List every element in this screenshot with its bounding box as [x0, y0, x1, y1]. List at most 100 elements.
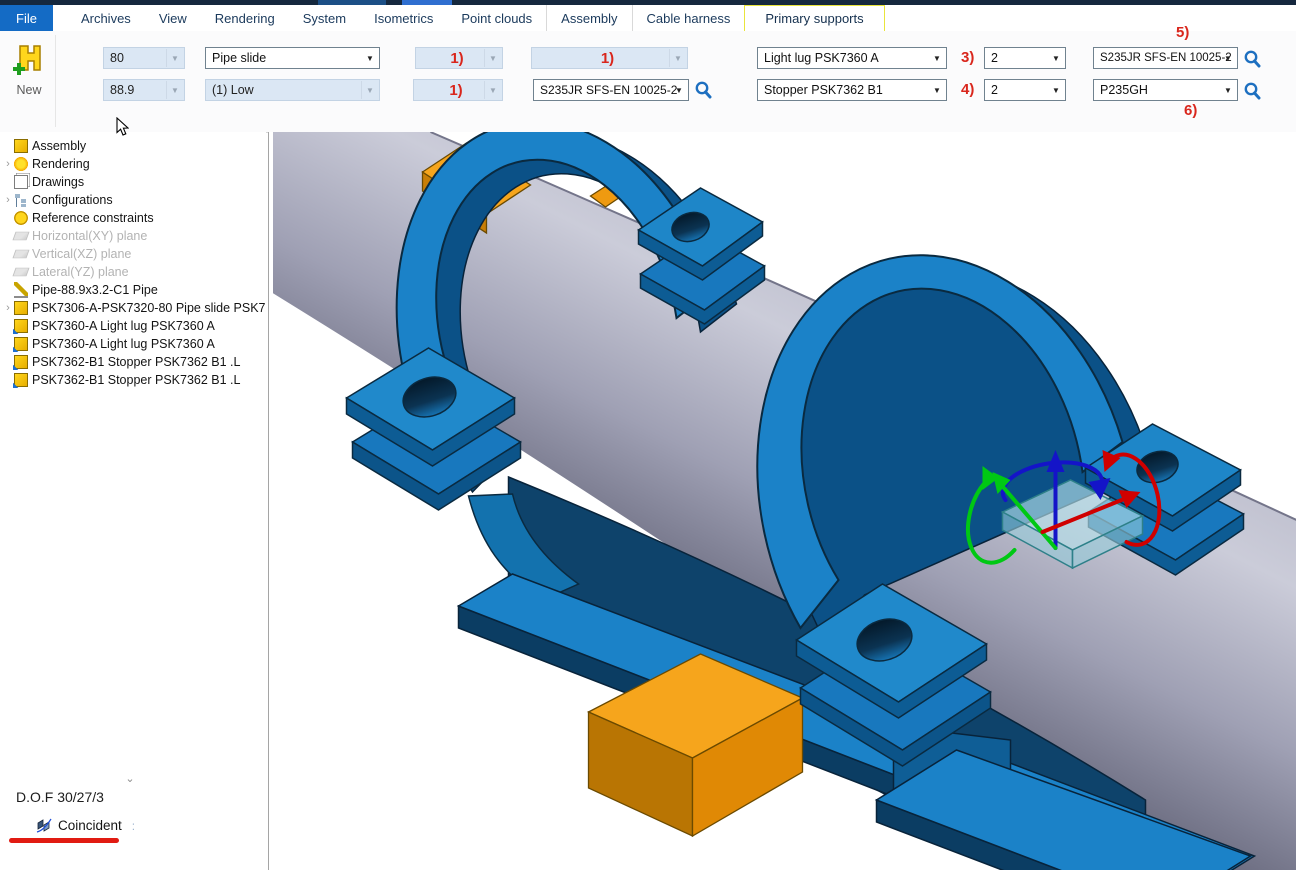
tree-item[interactable]: PSK7360-A Light lug PSK7360 A — [0, 335, 266, 353]
menu-tab-archives[interactable]: Archives — [67, 5, 145, 31]
slide-material-value: S235JR SFS-EN 10025-2 — [540, 83, 677, 97]
3d-viewport[interactable] — [273, 132, 1296, 870]
annotation-1: 1) — [538, 50, 687, 67]
config-icon — [14, 193, 28, 207]
tree-item[interactable]: Lateral(YZ) plane — [0, 263, 266, 281]
stopper-type-combo[interactable]: Stopper PSK7362 B1 ▼ — [757, 79, 947, 101]
outer-diameter-value: 88.9 — [110, 83, 134, 97]
annotation-3: 3) — [961, 49, 974, 66]
lug-count-combo[interactable]: 2 ▼ — [984, 47, 1066, 69]
search-icon[interactable] — [694, 80, 712, 100]
lug-material-value: S235JR SFS-EN 10025-2 — [1100, 52, 1232, 64]
stopper-count-value: 2 — [991, 83, 998, 97]
tree-item-label: PSK7362-B1 Stopper PSK7362 B1 .L — [32, 373, 240, 387]
expand-chevron-icon[interactable]: › — [2, 302, 14, 314]
chevron-down-icon: ▼ — [1048, 81, 1064, 99]
tree-item[interactable]: Drawings — [0, 173, 266, 191]
lug-type-value: Light lug PSK7360 A — [764, 51, 879, 65]
chevron-down-icon: ▼ — [362, 49, 378, 67]
menu-tab-file[interactable]: File — [0, 5, 53, 31]
tree-item-label: Lateral(YZ) plane — [32, 265, 129, 279]
tree-item[interactable]: PSK7362-B1 Stopper PSK7362 B1 .L — [0, 371, 266, 389]
assembly-icon — [14, 139, 28, 153]
tree-item[interactable]: › PSK7306-A-PSK7320-80 Pipe slide PSK732… — [0, 299, 266, 317]
tree-item[interactable]: Pipe-88.9x3.2-C1 Pipe — [0, 281, 266, 299]
expand-chevron-icon[interactable]: › — [2, 158, 14, 170]
collapse-chevron-icon[interactable]: ⌄ — [120, 772, 140, 785]
tree-item[interactable]: Assembly — [0, 137, 266, 155]
chevron-down-icon: ▼ — [929, 49, 945, 67]
tree-item[interactable]: Reference constraints — [0, 209, 266, 227]
search-icon[interactable] — [1243, 49, 1261, 69]
slide-material-combo[interactable]: S235JR SFS-EN 10025-2 ▼ — [533, 79, 689, 101]
menu-tab-view[interactable]: View — [145, 5, 201, 31]
tree-item-label: Reference constraints — [32, 211, 154, 225]
assembly-icon — [14, 301, 28, 315]
menu-tab-primary-supports[interactable]: Primary supports — [744, 5, 884, 33]
lug-type-combo[interactable]: Light lug PSK7360 A ▼ — [757, 47, 947, 69]
menu-bar: File ArchivesViewRenderingSystemIsometric… — [0, 5, 1296, 33]
chevron-down-icon: ▼ — [671, 81, 687, 99]
lug-material-combo[interactable]: S235JR SFS-EN 10025-2 ▼ — [1093, 47, 1238, 69]
tree-item[interactable]: › Configurations — [0, 191, 266, 209]
ribbon: New 80 ▼ 88.9 ▼ Pipe slide ▼ (1) Low ▼ 1… — [0, 31, 1296, 133]
tree-item[interactable]: PSK7360-A Light lug PSK7360 A — [0, 317, 266, 335]
sun-icon — [14, 157, 28, 171]
chevron-down-icon: ▼ — [484, 81, 501, 99]
pipe-icon — [14, 282, 28, 298]
tree-item-label: Configurations — [32, 193, 113, 207]
sheets-icon — [14, 175, 28, 189]
chevron-down-icon: ▼ — [166, 49, 183, 67]
chevron-down-icon: ▼ — [1220, 49, 1236, 67]
tree-item-label: PSK7360-A Light lug PSK7360 A — [32, 319, 215, 333]
annotated-combo-1[interactable]: 1) ▼ — [415, 47, 503, 69]
stopper-count-combo[interactable]: 2 ▼ — [984, 79, 1066, 101]
chevron-down-icon: ▼ — [929, 81, 945, 99]
tree-item[interactable]: Horizontal(XY) plane — [0, 227, 266, 245]
tree-item-label: PSK7306-A-PSK7320-80 Pipe slide PSK7320 — [32, 301, 266, 315]
menu-tab-assembly[interactable]: Assembly — [546, 5, 631, 31]
constraint-suffix: : — [132, 819, 135, 833]
tree-item-label: Vertical(XZ) plane — [32, 247, 131, 261]
plane-icon — [12, 232, 29, 240]
quality-combo[interactable]: (1) Low ▼ — [205, 79, 380, 101]
plane-icon — [12, 268, 29, 276]
3d-scene — [273, 132, 1296, 870]
assembly-tree-panel: Assembly › Rendering Drawings › Configur… — [0, 132, 266, 875]
tree-item[interactable]: Vertical(XZ) plane — [0, 245, 266, 263]
new-button[interactable]: New — [6, 43, 52, 115]
chevron-down-icon: ▼ — [484, 49, 501, 67]
stopper-type-value: Stopper PSK7362 B1 — [764, 83, 883, 97]
red-underline-annotation — [9, 838, 119, 843]
chevron-down-icon: ▼ — [166, 81, 183, 99]
annotation-6: 6) — [1184, 102, 1197, 119]
stopper-material-combo[interactable]: P235GH ▼ — [1093, 79, 1238, 101]
tree-item[interactable]: › Rendering — [0, 155, 266, 173]
menu-tab-rendering[interactable]: Rendering — [201, 5, 289, 31]
support-type-combo[interactable]: Pipe slide ▼ — [205, 47, 380, 69]
part-icon — [14, 355, 28, 369]
chevron-down-icon: ▼ — [1220, 81, 1236, 99]
plane-icon — [12, 250, 29, 258]
constraint-row[interactable]: Coincident : — [36, 818, 135, 833]
tree-item-label: Drawings — [32, 175, 84, 189]
app-window: { "colors":{"annotation_red":"#d9261c","… — [0, 0, 1296, 870]
expand-chevron-icon[interactable]: › — [2, 194, 14, 206]
menu-tab-cable-harness[interactable]: Cable harness — [632, 5, 745, 31]
tree-item[interactable]: PSK7362-B1 Stopper PSK7362 B1 .L — [0, 353, 266, 371]
tree-item-label: PSK7362-B1 Stopper PSK7362 B1 .L — [32, 355, 240, 369]
constraint-label: Coincident — [58, 818, 122, 833]
nominal-size-combo[interactable]: 80 ▼ — [103, 47, 185, 69]
annotated-combo-2[interactable]: 1) ▼ — [531, 47, 688, 69]
search-icon[interactable] — [1243, 81, 1261, 101]
menu-tab-system[interactable]: System — [289, 5, 360, 31]
outer-diameter-combo[interactable]: 88.9 ▼ — [103, 79, 185, 101]
menu-tab-isometrics[interactable]: Isometrics — [360, 5, 447, 31]
menu-tab-point-clouds[interactable]: Point clouds — [447, 5, 546, 31]
new-assembly-icon — [12, 43, 46, 75]
lug-count-value: 2 — [991, 51, 998, 65]
tree-item-label: Pipe-88.9x3.2-C1 Pipe — [32, 283, 158, 297]
annotated-combo-3[interactable]: 1) ▼ — [413, 79, 503, 101]
new-button-label: New — [6, 83, 52, 97]
chevron-down-icon: ▼ — [1048, 49, 1064, 67]
